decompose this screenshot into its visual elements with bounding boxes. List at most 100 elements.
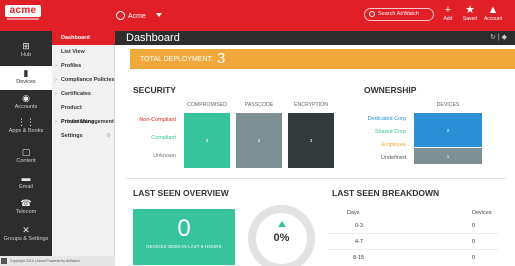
row-shared-corp: Shared Corp: [374, 129, 406, 135]
tile-value: 3: [205, 138, 209, 143]
header-days: Days: [347, 210, 360, 216]
chevron-right-icon: ›: [55, 119, 57, 125]
menu-item-certificates[interactable]: › Certificates: [52, 87, 115, 101]
rail-item-accounts[interactable]: ◉ Accounts: [0, 91, 52, 115]
gear-icon: ⚙: [106, 133, 111, 139]
ownership-dedicated-bar[interactable]: 2: [414, 113, 482, 147]
breakdown-days: 4-7: [355, 239, 363, 245]
total-deployment-banner[interactable]: TOTAL DEPLOYMENT: 3: [130, 49, 515, 69]
rail-item-devices[interactable]: ▮ Devices: [0, 66, 52, 90]
devices-seen-count: 0: [177, 215, 191, 242]
deployment-count: 3: [217, 50, 226, 67]
row-undefined: Undefined: [380, 155, 406, 161]
breakdown-devices[interactable]: 0: [472, 255, 475, 261]
devices-seen-tile[interactable]: 0 DEVICES SEEN IN LAST 6 HOURS: [133, 209, 235, 265]
star-icon: ★: [465, 4, 475, 16]
organization-name: Acme: [128, 13, 146, 20]
last-seen-breakdown-title: LAST SEEN BREAKDOWN: [332, 188, 440, 198]
main-navigation-rail: ⊞ Hub ▮ Devices ◉ Accounts ⋮⋮ Apps & Boo…: [0, 31, 52, 266]
rail-label: Content: [16, 158, 36, 164]
saved-button[interactable]: ★ Saved: [459, 4, 481, 22]
column-devices: DEVICES: [436, 102, 460, 108]
deployment-label: TOTAL DEPLOYMENT:: [140, 56, 213, 63]
last-seen-percent: 0%: [273, 232, 290, 244]
acme-logo[interactable]: acme: [5, 5, 41, 17]
header-devices: Devices: [472, 210, 492, 216]
menu-item-list-view[interactable]: List View: [52, 45, 115, 59]
rail-item-telecom[interactable]: ☎ Telecom: [0, 196, 52, 220]
menu-label: Printer Management: [61, 119, 114, 125]
menu-label: Settings: [61, 133, 83, 139]
rail-item-email[interactable]: ▬ Email: [0, 171, 52, 195]
row-non-compliant: Non-Compliant: [139, 117, 176, 123]
collapse-arrow-icon[interactable]: [1, 258, 7, 264]
row-divider: [328, 233, 498, 234]
rail-item-hub[interactable]: ⊞ Hub: [0, 39, 52, 63]
device-icon: ▮: [23, 68, 29, 78]
row-employee: Employee: [381, 142, 406, 148]
wrench-icon: ✕: [22, 225, 30, 235]
breakdown-devices[interactable]: 0: [472, 223, 475, 229]
rail-item-groups-settings[interactable]: ✕ Groups & Settings: [0, 223, 52, 253]
security-title: SECURITY: [133, 85, 176, 95]
breakdown-days: 8-15: [353, 255, 365, 261]
column-passcode: PASSCODE: [244, 102, 274, 108]
rail-label: Accounts: [14, 104, 38, 110]
search-placeholder: Search AirWatch: [378, 11, 419, 17]
breakdown-devices[interactable]: 0: [472, 239, 475, 245]
tile-value: 3: [309, 138, 313, 143]
bar-value: 1: [446, 153, 450, 159]
rail-label: Email: [19, 184, 33, 190]
organization-group-selector[interactable]: Acme: [116, 9, 162, 25]
column-encryption: ENCRYPTION: [294, 102, 328, 108]
menu-item-profiles[interactable]: › Profiles: [52, 59, 115, 73]
encryption-tile[interactable]: 3: [288, 113, 334, 168]
menu-item-compliance-policies[interactable]: › Compliance Policies: [52, 73, 115, 87]
search-icon: [369, 11, 375, 17]
content-icon: ▢: [21, 147, 31, 157]
menu-item-printer-management[interactable]: › Printer Management: [52, 115, 115, 129]
menu-label: Certificates: [61, 91, 91, 97]
page-title: Dashboard: [126, 32, 180, 44]
last-seen-percent-ring[interactable]: 0%: [248, 205, 315, 266]
menu-item-settings[interactable]: Settings ⚙: [52, 129, 115, 143]
account-label: Account: [483, 16, 503, 22]
ownership-undefined-bar[interactable]: 1: [414, 148, 482, 164]
row-compliant: Compliant: [151, 135, 176, 141]
menu-item-dashboard[interactable]: Dashboard: [52, 31, 115, 45]
rail-label: Hub: [20, 52, 32, 58]
email-icon: ▬: [21, 173, 31, 183]
rail-item-content[interactable]: ▢ Content: [0, 145, 52, 169]
breakdown-days: 0-3: [355, 223, 363, 229]
rail-label: Groups & Settings: [3, 236, 49, 242]
add-label: Add: [443, 16, 453, 22]
page-header: Dashboard ↻ | ◆: [115, 31, 515, 45]
search-input[interactable]: Search AirWatch: [364, 8, 434, 21]
row-dedicated-corp: Dedicated Corp: [367, 116, 406, 122]
rail-label: Apps & Books: [8, 128, 44, 134]
refresh-icon[interactable]: ↻ | ◆: [490, 31, 507, 45]
compromised-tile[interactable]: 3: [184, 113, 230, 168]
rail-label: Devices: [16, 79, 36, 85]
passcode-tile[interactable]: 3: [236, 113, 282, 168]
last-seen-overview-title: LAST SEEN OVERVIEW: [133, 188, 229, 198]
menu-label: List View: [61, 49, 85, 55]
organization-icon: [116, 11, 125, 20]
account-button[interactable]: ▲ Account: [482, 4, 504, 22]
up-arrow-icon: [278, 221, 286, 227]
bar-value: 2: [446, 127, 450, 133]
logo-underline: [7, 18, 39, 20]
apps-icon: ⋮⋮: [17, 117, 35, 127]
add-button[interactable]: + Add: [437, 4, 459, 22]
devices-seen-caption: DEVICES SEEN IN LAST 6 HOURS: [146, 244, 222, 249]
menu-item-product-provisioning[interactable]: Product Provisioning: [52, 101, 115, 125]
menu-label: Profiles: [61, 63, 82, 69]
accounts-icon: ◉: [22, 93, 30, 103]
footer: Copyright 2016 | About Powered by AirWat…: [0, 256, 115, 266]
row-divider: [328, 249, 498, 250]
chevron-right-icon: ›: [55, 77, 57, 83]
user-icon: ▲: [487, 4, 499, 16]
section-divider: [126, 178, 506, 179]
rail-label: Telecom: [15, 209, 37, 215]
rail-item-apps-books[interactable]: ⋮⋮ Apps & Books: [0, 115, 52, 143]
